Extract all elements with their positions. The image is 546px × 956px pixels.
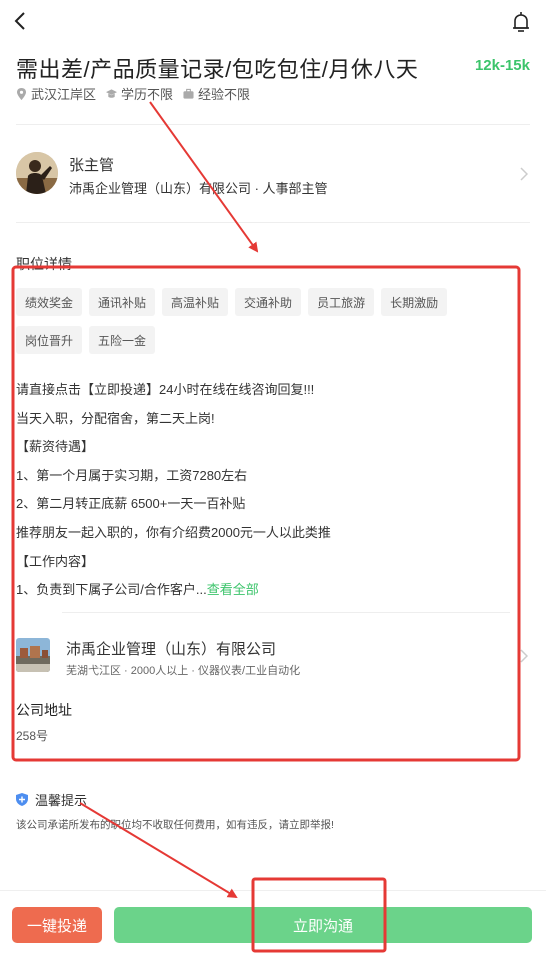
benefit-tag: 通讯补贴 xyxy=(89,288,156,316)
divider xyxy=(62,612,510,613)
description-line: 【薪资待遇】 xyxy=(16,439,95,455)
job-meta: 武汉江岸区 学历不限 经验不限 xyxy=(16,84,260,103)
benefit-tag: 员工旅游 xyxy=(308,288,375,316)
description-line: 推荐朋友一起入职的，你有介绍费2000元一人以此类推 xyxy=(16,524,331,540)
benefit-tag: 岗位晋升 xyxy=(16,326,83,354)
see-all-link[interactable]: 查看全部 xyxy=(207,582,259,597)
recruiter-card[interactable]: 张主管 沛禹企业管理（山东）有限公司 · 人事部主管 xyxy=(16,152,530,196)
alert-button[interactable] xyxy=(508,8,534,36)
section-title-details: 职位详情 xyxy=(16,256,72,272)
tip-header: 温馨提示 xyxy=(16,790,334,809)
benefit-tag: 长期激励 xyxy=(381,288,448,316)
location-text: 武汉江岸区 xyxy=(31,87,97,102)
chevron-right-icon xyxy=(520,649,528,663)
meta-education: 学历不限 xyxy=(106,84,173,103)
briefcase-icon xyxy=(183,88,194,99)
recruiter-org: 沛禹企业管理（山东）有限公司 · 人事部主管 xyxy=(69,181,328,196)
back-arrow-icon xyxy=(14,12,25,30)
back-button[interactable] xyxy=(6,6,34,36)
benefit-tags: 绩效奖金 通讯补贴 高温补贴 交通补助 员工旅游 长期激励 岗位晋升 五险一金 xyxy=(16,288,516,364)
company-card[interactable]: 沛禹企业管理（山东）有限公司 芜湖弋江区 · 2000人以上 · 仪器仪表/工业… xyxy=(16,636,530,680)
company-logo xyxy=(16,638,50,672)
description-line: 1、第一个月属于实习期，工资7280左右 xyxy=(16,467,248,483)
meta-experience: 经验不限 xyxy=(183,84,250,103)
salary: 12k-15k xyxy=(474,57,530,74)
divider xyxy=(16,222,530,223)
tip-title: 温馨提示 xyxy=(35,793,88,808)
one-click-apply-button[interactable]: 一键投递 xyxy=(12,907,102,943)
chevron-right-icon xyxy=(520,167,528,181)
description-line-text: 1、负责到下属子公司/合作客户... xyxy=(16,582,207,598)
description-line: 请直接点击【立即投递】24小时在线在线咨询回复!!! xyxy=(16,382,315,397)
recruiter-avatar xyxy=(16,152,58,194)
recruiter-name: 张主管 xyxy=(69,157,115,174)
bottom-action-bar: 一键投递 立即沟通 xyxy=(0,890,546,956)
benefit-tag: 交通补助 xyxy=(235,288,302,316)
benefit-tag: 五险一金 xyxy=(89,326,156,354)
description-line: 当天入职，分配宿舍，第二天上岗! xyxy=(16,410,215,426)
description-line: 【工作内容】 xyxy=(16,553,95,569)
benefit-tag: 绩效奖金 xyxy=(16,288,83,316)
job-description: 请直接点击【立即投递】24小时在线在线咨询回复!!! 当天入职，分配宿舍，第二天… xyxy=(16,376,516,605)
address-value: 258号 xyxy=(16,729,49,743)
job-title: 需出差/产品质量记录/包吃包住/月休八天 xyxy=(16,57,419,82)
shield-icon xyxy=(16,793,28,806)
location-icon xyxy=(17,87,26,100)
description-line-last: 1、负责到下属子公司/合作客户...查看全部 xyxy=(16,576,516,605)
safety-tip: 温馨提示 该公司承诺所发布的职位均不收取任何费用，如有违反，请立即举报! xyxy=(16,790,334,832)
address-title: 公司地址 xyxy=(16,702,72,718)
tip-text: 该公司承诺所发布的职位均不收取任何费用，如有违反，请立即举报! xyxy=(16,819,334,831)
education-text: 学历不限 xyxy=(121,87,174,102)
bell-icon xyxy=(513,12,529,32)
company-meta: 芜湖弋江区 · 2000人以上 · 仪器仪表/工业自动化 xyxy=(66,665,301,677)
divider xyxy=(16,124,530,125)
benefit-tag: 高温补贴 xyxy=(162,288,229,316)
experience-text: 经验不限 xyxy=(198,87,251,102)
education-icon xyxy=(106,88,118,98)
top-bar xyxy=(0,0,546,44)
company-name: 沛禹企业管理（山东）有限公司 xyxy=(66,641,277,658)
meta-location: 武汉江岸区 xyxy=(16,84,96,103)
description-line: 2、第二月转正底薪 6500+一天一百补贴 xyxy=(16,496,246,512)
chat-now-button[interactable]: 立即沟通 xyxy=(114,907,532,943)
